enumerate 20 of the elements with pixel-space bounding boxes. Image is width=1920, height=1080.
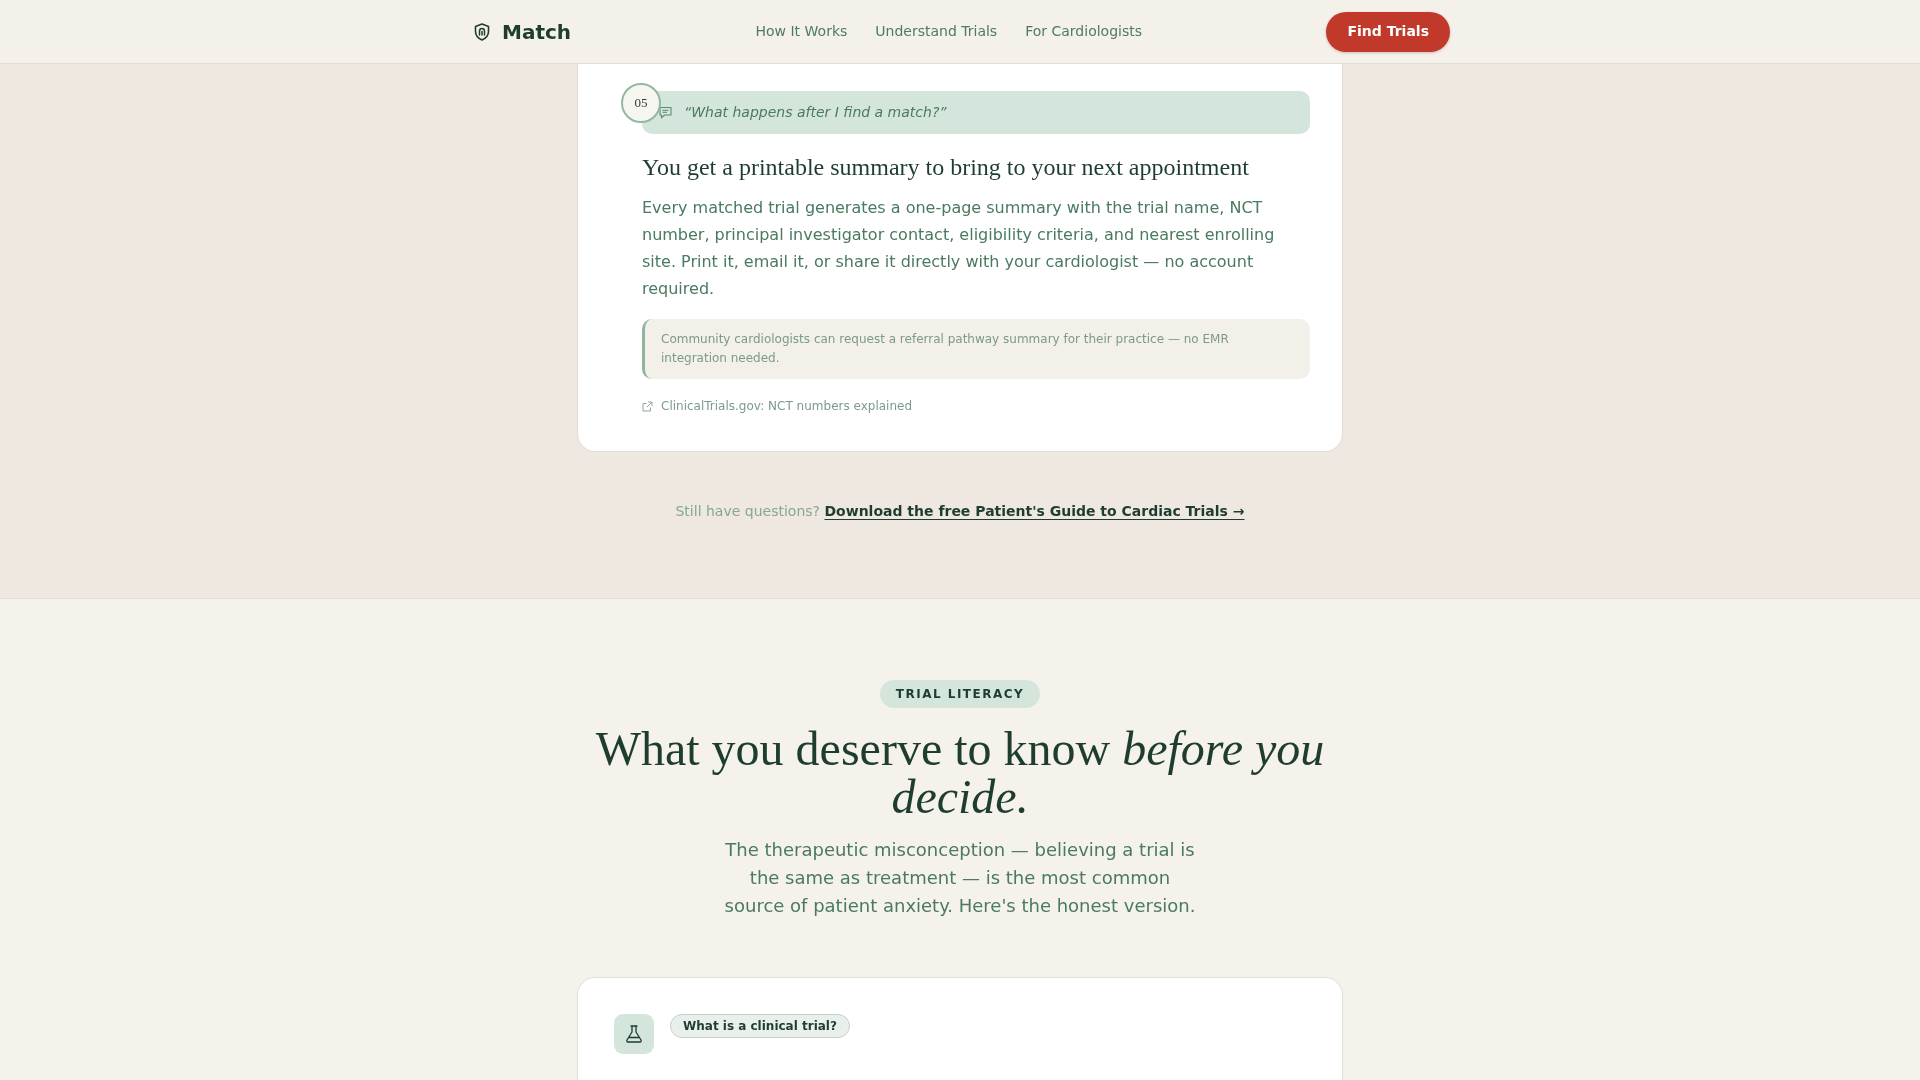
answer-text: Every matched trial generates a one-page summary with the trial name, NCT number, principal investigator contact, eligibility criteria, and nearest enrolling site. Print it, email it, or share it directly with your cardiologist — no account required. <box>642 197 1276 300</box>
guide-download-link[interactable]: Download the free Patient's Guide to Cardiac Trials → <box>824 503 1245 519</box>
shield-icon <box>474 22 490 41</box>
cardiologist-note: Community cardiologists can request a referral pathway summary for their practice — no EMR integration needed. <box>642 319 1310 379</box>
nav-link[interactable]: For Cardiologists <box>1025 23 1142 40</box>
external-link-icon <box>642 400 653 412</box>
flask-icon <box>614 1014 654 1054</box>
answer-title: You get a printable summary to bring to your next appointment <box>642 153 1250 182</box>
step-number: 05 <box>621 83 661 123</box>
section-badge: TRIAL LITERACY <box>879 680 1041 708</box>
section-intro: The therapeutic misconception — believing a trial is the same as treatment — is the most common source of patient anxiety. Here's the honest version. <box>723 838 1197 918</box>
prompt-text: Still have questions? <box>675 503 820 519</box>
source-link[interactable]: ClinicalTrials.gov: NCT numbers explained <box>661 397 913 415</box>
find-trials-button[interactable]: Find Trials <box>1326 11 1450 52</box>
nav-link[interactable]: How It Works <box>755 23 848 40</box>
nav-link[interactable]: Understand Trials <box>875 23 998 40</box>
question-tag: What is a clinical trial? <box>670 1014 850 1038</box>
brand-logo-text[interactable]: Match <box>502 21 572 42</box>
section-heading: What you deserve to know before you decide. <box>594 725 1326 821</box>
chat-icon <box>659 106 672 119</box>
